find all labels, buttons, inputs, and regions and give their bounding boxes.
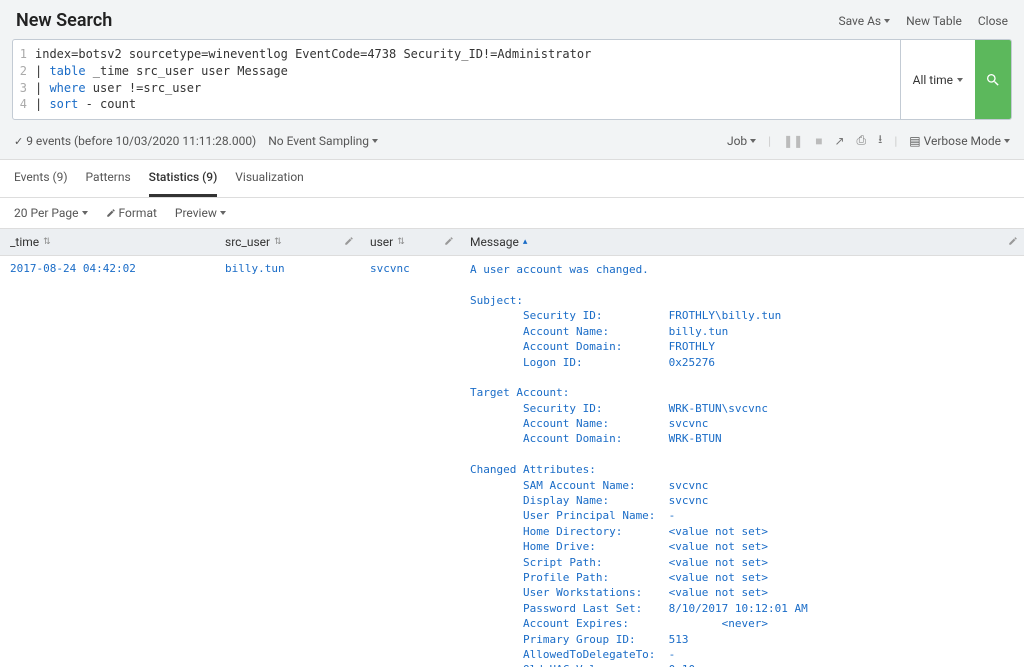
- pencil-icon: [106, 208, 116, 218]
- close-button[interactable]: Close: [978, 14, 1008, 28]
- column-header-src-user[interactable]: src_user⇅: [215, 229, 360, 255]
- cell-time[interactable]: 2017-08-24 04:42:02: [0, 256, 215, 667]
- new-table-button[interactable]: New Table: [906, 14, 962, 28]
- check-icon: ✓: [14, 135, 23, 148]
- chevron-down-icon: [220, 211, 226, 215]
- sort-icon: ⇅: [397, 237, 405, 247]
- chevron-down-icon: [750, 139, 756, 143]
- share-icon[interactable]: ↗: [834, 134, 844, 148]
- sort-icon: ⇅: [43, 237, 51, 247]
- event-sampling-dropdown[interactable]: No Event Sampling: [268, 134, 378, 148]
- tab-events[interactable]: Events (9): [14, 160, 68, 197]
- cell-src-user[interactable]: billy.tun: [215, 256, 360, 667]
- tab-patterns[interactable]: Patterns: [86, 160, 131, 197]
- chevron-down-icon: [957, 78, 963, 82]
- search-button[interactable]: [975, 40, 1011, 119]
- column-header-user[interactable]: user⇅: [360, 229, 460, 255]
- edit-column-icon[interactable]: [444, 235, 454, 249]
- save-as-button[interactable]: Save As: [838, 14, 890, 28]
- tab-visualization[interactable]: Visualization: [235, 160, 304, 197]
- mode-dropdown[interactable]: ▤ Verbose Mode: [909, 134, 1010, 148]
- edit-column-icon[interactable]: [344, 235, 354, 249]
- pause-icon: ❚❚: [783, 134, 803, 148]
- format-button[interactable]: Format: [106, 206, 157, 220]
- event-count: 9 events (before 10/03/2020 11:11:28.000…: [26, 134, 256, 148]
- sort-asc-icon: ▴: [523, 237, 528, 247]
- job-dropdown[interactable]: Job: [727, 134, 756, 148]
- download-icon[interactable]: ⭳: [878, 130, 882, 151]
- sort-icon: ⇅: [274, 237, 282, 247]
- edit-column-icon[interactable]: [1008, 235, 1018, 249]
- table-row: 2017-08-24 04:42:02billy.tunsvcvncA user…: [0, 256, 1024, 667]
- stop-icon: ■: [815, 134, 822, 148]
- time-range-picker[interactable]: All time: [900, 40, 975, 119]
- search-icon: [985, 72, 1001, 88]
- chevron-down-icon: [372, 139, 378, 143]
- chevron-down-icon: [82, 211, 88, 215]
- column-header-message[interactable]: Message▴: [460, 229, 1024, 255]
- search-input[interactable]: 1index=botsv2 sourcetype=wineventlog Eve…: [13, 40, 900, 119]
- chevron-down-icon: [1004, 139, 1010, 143]
- page-title: New Search: [16, 10, 112, 31]
- tab-statistics[interactable]: Statistics (9): [149, 160, 218, 197]
- preview-dropdown[interactable]: Preview: [175, 206, 226, 220]
- per-page-dropdown[interactable]: 20 Per Page: [14, 206, 88, 220]
- cell-user[interactable]: svcvnc: [360, 256, 460, 667]
- cell-message[interactable]: A user account was changed. Subject: Sec…: [460, 256, 1024, 667]
- column-header-time[interactable]: _time⇅: [0, 229, 215, 255]
- chevron-down-icon: [884, 19, 890, 23]
- print-icon[interactable]: ⎙: [857, 133, 867, 148]
